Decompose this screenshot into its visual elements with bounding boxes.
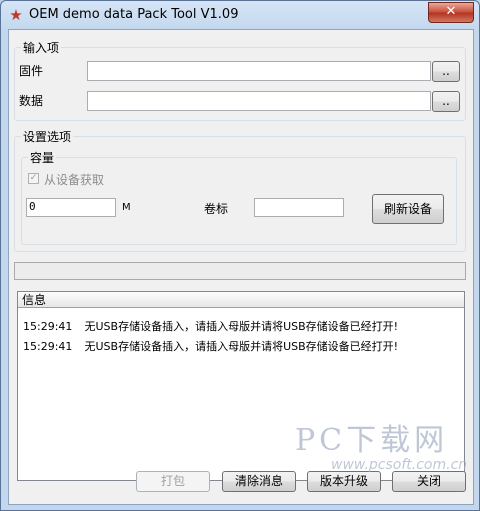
log-row: 15:29:41 无USB存储设备插入，请插入母版并请将USB存储设备已经打开! [23, 318, 398, 334]
progress-bar [14, 262, 466, 280]
capacity-input[interactable]: 0 [26, 198, 116, 217]
input-group: 输入项 固件 .. 数据 .. [14, 39, 466, 121]
window-title: OEM demo data Pack Tool V1.09 [29, 7, 239, 22]
window-close-button[interactable]: ✕ [428, 2, 474, 23]
log-time: 15:29:41 [23, 340, 73, 353]
log-message: 无USB存储设备插入，请插入母版并请将USB存储设备已经打开! [84, 340, 399, 353]
volume-label: 卷标 [204, 202, 229, 216]
capacity-unit: M [122, 202, 131, 213]
from-device-label: 从设备获取 [44, 173, 105, 187]
from-device-checkbox[interactable]: ✓ [28, 173, 39, 184]
info-header: 信息 [18, 292, 464, 308]
data-label: 数据 [19, 94, 44, 108]
pack-button[interactable]: 打包 [136, 471, 210, 492]
firmware-browse-button[interactable]: .. [432, 61, 460, 82]
close-button[interactable]: 关闭 [392, 471, 466, 492]
firmware-path-input[interactable] [87, 61, 431, 81]
app-star-icon: ★ [9, 6, 23, 24]
clear-messages-button[interactable]: 清除消息 [222, 471, 296, 492]
log-row: 15:29:41 无USB存储设备插入，请插入母版并请将USB存储设备已经打开! [23, 338, 398, 354]
log-message: 无USB存储设备插入，请插入母版并请将USB存储设备已经打开! [84, 320, 399, 333]
log-time: 15:29:41 [23, 320, 73, 333]
refresh-device-button[interactable]: 刷新设备 [372, 194, 444, 224]
settings-group: 设置选项 容量 ✓ 从设备获取 0 M 卷标 刷新设备 [14, 128, 466, 252]
watermark-url: www.pcsoft.com.cn [331, 457, 468, 473]
title-bar[interactable]: ★ OEM demo data Pack Tool V1.09 ✕ [1, 1, 479, 29]
capacity-group-legend: 容量 [28, 149, 57, 166]
volume-input[interactable] [254, 198, 344, 217]
app-window: ★ OEM demo data Pack Tool V1.09 ✕ 输入项 固件… [0, 0, 480, 511]
input-group-legend: 输入项 [21, 39, 62, 56]
version-upgrade-button[interactable]: 版本升级 [307, 471, 381, 492]
watermark-text: PC下载网 [295, 423, 449, 458]
data-browse-button[interactable]: .. [432, 91, 460, 112]
data-path-input[interactable] [87, 91, 431, 111]
firmware-label: 固件 [19, 64, 44, 78]
settings-group-legend: 设置选项 [21, 128, 74, 145]
capacity-group: 容量 ✓ 从设备获取 0 M 卷标 刷新设备 [21, 149, 457, 245]
